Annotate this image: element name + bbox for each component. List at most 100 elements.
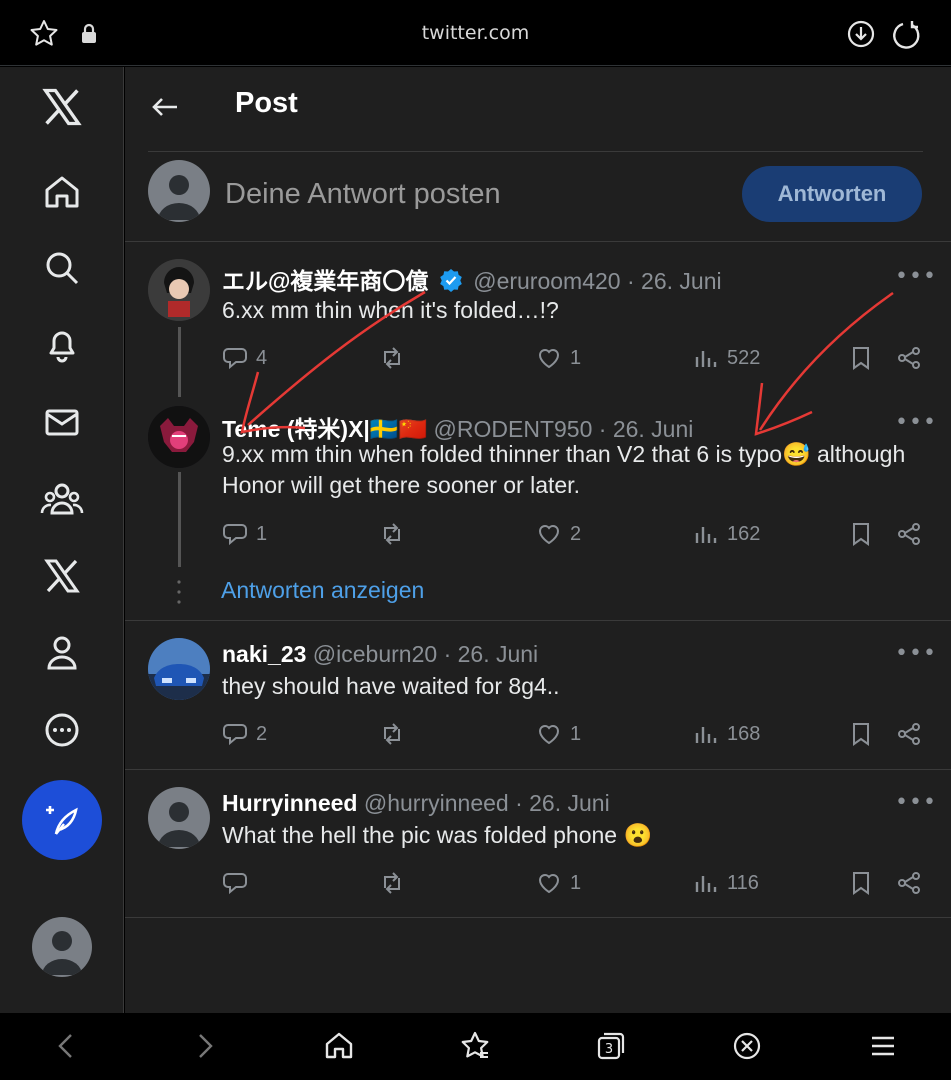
more-options-icon[interactable]: •••: [895, 264, 936, 289]
profile-icon[interactable]: [38, 629, 86, 677]
retweet-action[interactable]: [379, 343, 413, 373]
bookmarks-star-icon[interactable]: [458, 1029, 492, 1063]
retweet-action[interactable]: [379, 519, 413, 549]
tabs-icon[interactable]: 3: [594, 1029, 628, 1063]
reply-icon: [222, 345, 248, 371]
likes-count: 1: [570, 346, 582, 369]
composer-avatar: [148, 160, 210, 222]
notifications-bell-icon[interactable]: [38, 321, 86, 369]
share-action[interactable]: [896, 519, 922, 549]
home-icon[interactable]: [38, 168, 86, 216]
likes-count: 1: [570, 722, 582, 745]
reload-icon[interactable]: [890, 18, 922, 50]
communities-icon[interactable]: [38, 475, 86, 523]
author-name[interactable]: エル@複業年商〇億: [222, 268, 428, 294]
share-action[interactable]: [896, 343, 922, 373]
author-name[interactable]: Hurryinneed: [222, 790, 357, 816]
like-action[interactable]: 1: [536, 343, 581, 373]
reply-icon: [222, 721, 248, 747]
feather-plus-icon: [46, 806, 78, 835]
account-avatar[interactable]: [32, 917, 92, 977]
tweet[interactable]: Hurryinneed @hurryinneed · 26. Juni ••• …: [125, 770, 951, 918]
premium-x-icon[interactable]: [38, 552, 86, 600]
tweet-actions: 4 1 522: [222, 343, 932, 373]
author-handle[interactable]: @eruroom420: [473, 268, 620, 294]
bookmark-icon: [848, 721, 874, 747]
close-circle-icon[interactable]: [730, 1029, 764, 1063]
reply-action[interactable]: 2: [222, 719, 267, 749]
like-action[interactable]: 1: [536, 868, 581, 898]
share-action[interactable]: [896, 868, 922, 898]
verified-badge-icon: [439, 268, 463, 298]
tweet-date[interactable]: · 26. Juni: [515, 790, 610, 816]
tweet-text: 9.xx mm thin when folded thinner than V2…: [222, 441, 906, 498]
views-action[interactable]: 116: [693, 868, 759, 898]
replies-count: 2: [256, 722, 268, 745]
browser-toolbar: twitter.com: [0, 0, 951, 66]
views-action[interactable]: 162: [693, 519, 760, 549]
bookmark-action[interactable]: [848, 868, 874, 898]
search-icon[interactable]: [38, 244, 86, 292]
tab-count: 3: [605, 1042, 613, 1057]
tweet[interactable]: Teme (特米)X|🇸🇪🇨🇳 @RODENT950 · 26. Juni ••…: [125, 392, 951, 572]
retweet-icon: [379, 521, 405, 547]
home-icon[interactable]: [322, 1029, 356, 1063]
back-chevron-icon[interactable]: [50, 1029, 84, 1063]
views-count: 522: [727, 346, 761, 369]
tweet-header: エル@複業年商〇億 @eruroom420 · 26. Juni: [222, 262, 722, 298]
avatar[interactable]: [148, 787, 210, 849]
avatar[interactable]: [148, 259, 210, 321]
more-options-icon[interactable]: •••: [895, 641, 936, 666]
views-icon: [693, 870, 719, 896]
download-icon[interactable]: [845, 18, 877, 50]
bookmark-action[interactable]: [848, 343, 874, 373]
main-column: Post Deine Antwort posten Antworten エル@複…: [125, 67, 951, 1013]
reply-button[interactable]: Antworten: [742, 166, 922, 222]
views-icon: [693, 721, 719, 747]
retweet-action[interactable]: [379, 868, 413, 898]
retweet-action[interactable]: [379, 719, 413, 749]
reply-action[interactable]: [222, 868, 256, 898]
more-options-icon[interactable]: •••: [895, 790, 936, 815]
reply-input[interactable]: Deine Antwort posten: [225, 178, 501, 211]
author-handle[interactable]: @hurryinneed: [364, 790, 509, 816]
back-arrow-icon[interactable]: [147, 89, 183, 125]
show-replies-link[interactable]: Antworten anzeigen: [221, 577, 424, 604]
views-count: 116: [727, 871, 759, 894]
tweet-header: naki_23 @iceburn20 · 26. Juni: [222, 641, 538, 668]
reply-action[interactable]: 4: [222, 343, 267, 373]
avatar[interactable]: [148, 638, 210, 700]
x-logo-icon[interactable]: [38, 83, 86, 131]
avatar[interactable]: [148, 406, 210, 468]
tweet-date[interactable]: · 26. Juni: [627, 268, 722, 294]
bookmark-action[interactable]: [848, 519, 874, 549]
forward-chevron-icon[interactable]: [187, 1029, 221, 1063]
likes-count: 1: [570, 871, 582, 894]
author-name[interactable]: naki_23: [222, 641, 306, 667]
retweet-icon: [379, 721, 405, 747]
like-action[interactable]: 2: [536, 519, 581, 549]
menu-icon[interactable]: [866, 1029, 900, 1063]
author-handle[interactable]: @iceburn20: [313, 641, 437, 667]
views-action[interactable]: 168: [693, 719, 760, 749]
more-circle-icon[interactable]: [38, 706, 86, 754]
compose-post-button[interactable]: [22, 780, 102, 860]
messages-envelope-icon[interactable]: [38, 398, 86, 446]
views-icon: [693, 345, 719, 371]
tweet-date[interactable]: · 26. Juni: [444, 641, 539, 667]
share-action[interactable]: [896, 719, 922, 749]
bookmark-icon: [848, 870, 874, 896]
page-title: Post: [235, 87, 298, 119]
tweet-text: 6.xx mm thin when it's folded…!?: [222, 297, 559, 323]
tweet[interactable]: エル@複業年商〇億 @eruroom420 · 26. Juni ••• 6.x…: [125, 242, 951, 392]
views-count: 162: [727, 522, 761, 545]
browser-bottom-bar: 3: [0, 1013, 951, 1080]
views-action[interactable]: 522: [693, 343, 760, 373]
like-action[interactable]: 1: [536, 719, 581, 749]
reply-action[interactable]: 1: [222, 519, 267, 549]
tweet[interactable]: naki_23 @iceburn20 · 26. Juni ••• they s…: [125, 621, 951, 769]
likes-count: 2: [570, 522, 582, 545]
bookmark-action[interactable]: [848, 719, 874, 749]
more-options-icon[interactable]: •••: [895, 410, 936, 435]
url-text[interactable]: twitter.com: [0, 22, 951, 44]
